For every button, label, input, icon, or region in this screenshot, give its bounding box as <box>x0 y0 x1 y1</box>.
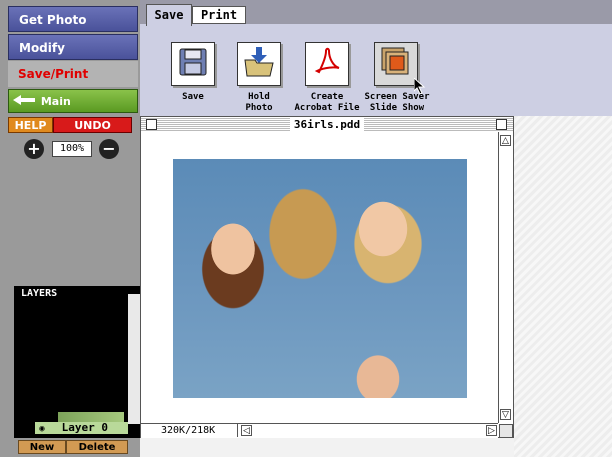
create-acrobat-tool-label: Create Acrobat File <box>294 92 360 113</box>
undo-button[interactable]: UNDO <box>53 117 132 133</box>
layer-row[interactable]: ◉ Layer 0 <box>35 422 128 434</box>
acrobat-icon <box>311 46 343 82</box>
nav-modify-label: Modify <box>19 41 65 55</box>
floppy-disk-icon <box>178 47 208 81</box>
close-box-icon[interactable] <box>146 119 157 130</box>
bottom-strip <box>140 438 514 457</box>
create-acrobat-tool-button[interactable] <box>305 42 349 86</box>
tab-print[interactable]: Print <box>192 6 246 24</box>
new-layer-button[interactable]: New <box>18 440 66 454</box>
back-arrow-icon <box>13 90 37 114</box>
scroll-left-icon[interactable]: ◁ <box>241 425 252 436</box>
layers-scrollbar[interactable] <box>128 294 140 424</box>
zoom-in-icon[interactable]: + <box>24 139 44 159</box>
new-layer-label: New <box>29 442 55 453</box>
layers-title: LAYERS <box>21 288 58 299</box>
nav-save-print-button[interactable]: Save/Print <box>8 61 138 87</box>
layer-name: Layer 0 <box>61 421 108 434</box>
size-readout: 320K/218K <box>141 424 238 437</box>
desktop-background <box>514 116 612 457</box>
nav-modify-button[interactable]: Modify <box>8 34 138 60</box>
hold-photo-tool-label: Hold Photo <box>245 92 273 113</box>
scroll-up-icon[interactable]: △ <box>500 135 511 146</box>
nav-main-label: Main <box>40 95 71 108</box>
help-button[interactable]: HELP <box>8 117 53 133</box>
zoom-box-icon[interactable] <box>496 119 507 130</box>
cursor-arrow-icon <box>413 76 426 98</box>
folder-download-icon <box>243 46 275 82</box>
nav-get-photo-button[interactable]: Get Photo <box>8 6 138 32</box>
nav-save-print-label: Save/Print <box>18 67 89 81</box>
tab-save[interactable]: Save <box>146 4 192 26</box>
scroll-right-icon[interactable]: ▷ <box>486 425 497 436</box>
document-title: 36irls.pdd <box>290 117 364 132</box>
screen-saver-tool-button[interactable] <box>374 42 418 86</box>
scroll-down-icon[interactable]: ▽ <box>500 409 511 420</box>
help-label: HELP <box>14 119 47 132</box>
nav-main-button[interactable]: Main <box>8 89 138 113</box>
zoom-out-icon[interactable]: − <box>99 139 119 159</box>
delete-layer-button[interactable]: Delete <box>66 440 128 454</box>
save-tool-label: Save <box>182 92 204 102</box>
vertical-scrollbar[interactable] <box>498 132 513 423</box>
resize-grip-icon[interactable] <box>499 424 513 438</box>
slideshow-icon <box>380 46 412 82</box>
hold-photo-tool-button[interactable] <box>237 42 281 86</box>
save-tool-button[interactable] <box>171 42 215 86</box>
nav-get-photo-label: Get Photo <box>19 13 87 27</box>
eye-icon[interactable]: ◉ <box>35 423 49 435</box>
delete-layer-label: Delete <box>78 442 116 453</box>
document-photo <box>173 159 467 398</box>
zoom-value[interactable]: 100% <box>52 141 92 157</box>
undo-label: UNDO <box>74 119 111 132</box>
